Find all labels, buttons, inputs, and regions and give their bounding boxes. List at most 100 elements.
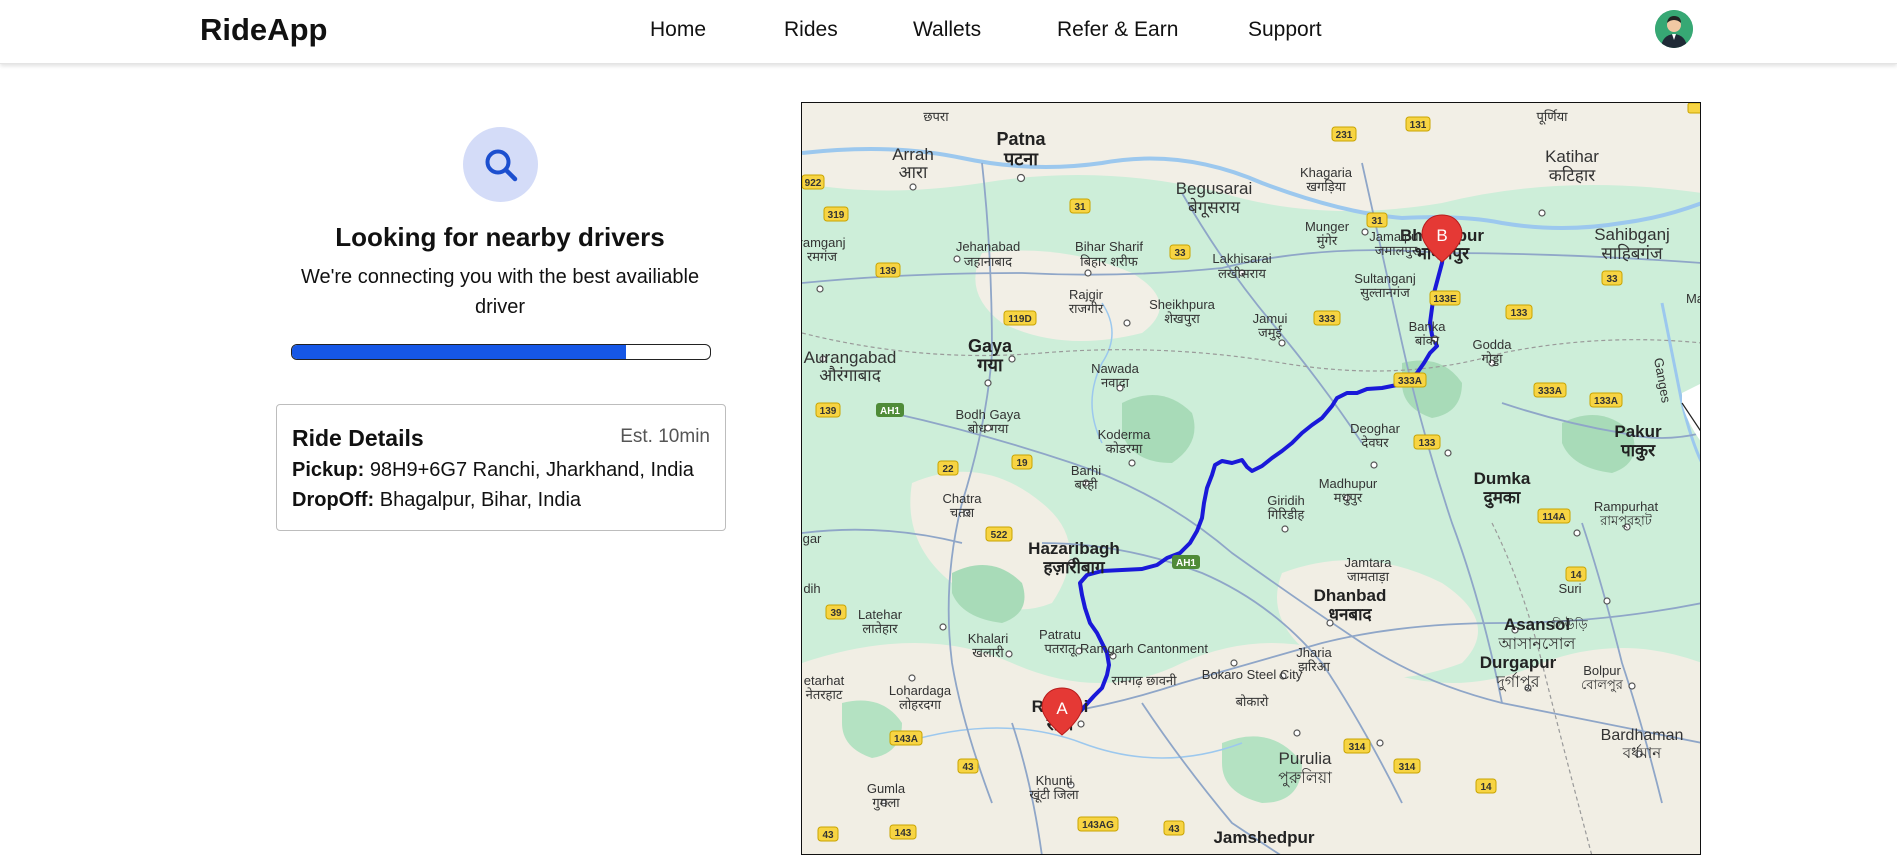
svg-text:Rampurhat: Rampurhat	[1594, 499, 1659, 514]
brand-logo[interactable]: RideApp	[200, 12, 327, 48]
svg-text:बिहार शरीफ: बिहार शरीफ	[1080, 254, 1139, 269]
search-progress-fill	[292, 345, 627, 359]
svg-text:31: 31	[1074, 202, 1086, 213]
svg-text:जमालपुर: जमालपुर	[1375, 243, 1418, 259]
svg-text:देवघर: देवघर	[1361, 435, 1389, 450]
ride-estimate: Est. 10min	[620, 426, 710, 447]
svg-text:गिरिडीह: गिरिडीह	[1268, 507, 1306, 522]
search-progress-bar	[291, 344, 711, 360]
svg-text:দুর্গাপুর: দুর্গাপুর	[1495, 672, 1540, 691]
svg-text:Jamtara: Jamtara	[1345, 555, 1393, 570]
svg-text:ramganj: ramganj	[802, 235, 846, 250]
svg-text:खूंटी जिला: खूंटी जिला	[1029, 787, 1079, 803]
svg-text:etarhat: etarhat	[804, 673, 845, 688]
svg-text:Purulia: Purulia	[1279, 749, 1332, 768]
nav-home[interactable]: Home	[650, 18, 784, 42]
nav-rides[interactable]: Rides	[784, 18, 913, 42]
svg-text:खगड़िया: खगड़िया	[1306, 179, 1346, 194]
svg-text:दुमका: दुमका	[1483, 488, 1521, 509]
svg-text:बोकारो: बोकारो	[1236, 694, 1269, 709]
svg-text:छपरा: छपरा	[923, 109, 949, 124]
svg-text:Jharia: Jharia	[1296, 645, 1332, 660]
user-avatar-icon	[1655, 10, 1693, 48]
svg-text:বর্ধমান: বর্ধমান	[1622, 744, 1662, 762]
search-icon	[485, 149, 517, 181]
svg-text:Dhanbad: Dhanbad	[1314, 586, 1387, 605]
svg-text:সিউড়ি: সিউড়ি	[1551, 617, 1588, 632]
svg-text:Jamui: Jamui	[1253, 311, 1288, 326]
svg-text:धनबाद: धनबाद	[1328, 605, 1372, 624]
svg-text:B: B	[1436, 226, 1447, 245]
nav-refer-earn[interactable]: Refer & Earn	[1057, 18, 1248, 42]
svg-text:गोड्डा: गोड्डा	[1481, 351, 1503, 367]
shield-143a: 143A	[889, 730, 923, 746]
ride-details-title: Ride Details	[292, 425, 424, 451]
svg-text:Munger: Munger	[1305, 219, 1350, 234]
svg-text:139: 139	[880, 266, 897, 277]
svg-text:333A: 333A	[1538, 386, 1562, 397]
svg-text:चतरा: चतरा	[950, 505, 975, 520]
svg-text:Bihar Sharif: Bihar Sharif	[1075, 239, 1143, 254]
map-canvas[interactable]: 231 131 922 319 31 31 33 139 119D 333 13…	[802, 103, 1701, 855]
search-status-badge	[463, 127, 538, 202]
svg-text:Godda: Godda	[1472, 337, 1512, 352]
nav-support[interactable]: Support	[1248, 18, 1322, 42]
shield-119d: 119D	[1003, 310, 1037, 326]
svg-text:हज़ारीबाग: हज़ारीबाग	[1042, 557, 1106, 577]
shield-39: 39	[825, 604, 847, 620]
svg-text:Khalari: Khalari	[968, 631, 1009, 646]
svg-text:Hazaribagh: Hazaribagh	[1028, 539, 1120, 558]
shield-27	[1687, 103, 1700, 114]
shield-43c: 43	[1163, 820, 1185, 836]
svg-text:19: 19	[1016, 458, 1028, 469]
svg-text:922: 922	[805, 178, 822, 189]
route-map[interactable]: 231 131 922 319 31 31 33 139 119D 333 13…	[801, 102, 1701, 855]
svg-text:14: 14	[1480, 782, 1492, 793]
svg-text:Banka: Banka	[1409, 319, 1447, 334]
svg-text:Jamalpur: Jamalpur	[1369, 229, 1423, 244]
svg-text:143: 143	[895, 828, 912, 839]
shield-22: 22	[937, 460, 959, 476]
svg-text:Gaya: Gaya	[968, 336, 1013, 356]
shield-133e: 133E	[1429, 290, 1461, 306]
svg-text:Begusarai: Begusarai	[1176, 179, 1253, 198]
svg-text:जामताड़ा: जामताड़ा	[1347, 569, 1390, 584]
svg-text:gar: gar	[803, 531, 822, 546]
shield-43b: 43	[817, 826, 839, 842]
svg-text:Deoghar: Deoghar	[1350, 421, 1401, 436]
shield-133b: 133	[1413, 434, 1441, 450]
svg-text:31: 31	[1371, 216, 1383, 227]
shield-522: 522	[985, 526, 1013, 542]
nav-wallets[interactable]: Wallets	[913, 18, 1057, 42]
avatar[interactable]	[1655, 10, 1693, 48]
svg-text:143AG: 143AG	[1082, 820, 1114, 831]
svg-text:Khagaria: Khagaria	[1300, 165, 1353, 180]
svg-text:मधुपुर: मधुपुर	[1334, 490, 1363, 506]
svg-text:शेखपुरा: शेखपुरा	[1164, 311, 1200, 327]
svg-text:Ramgarh Cantonment: Ramgarh Cantonment	[1080, 641, 1208, 656]
shield-19: 19	[1011, 454, 1033, 470]
shield-143: 143	[889, 824, 917, 840]
svg-text:রামপুরহাট: রামপুরহাট	[1599, 513, 1653, 529]
svg-text:औरंगाबाद: औरंगाबाद	[819, 365, 881, 385]
svg-text:Giridih: Giridih	[1267, 493, 1305, 508]
svg-text:लोहरदगा: लोहरदगा	[899, 697, 942, 712]
svg-text:33: 33	[1174, 248, 1186, 259]
svg-text:रमगंज: रमगंज	[807, 249, 837, 264]
svg-text:बरही: बरही	[1074, 477, 1098, 492]
svg-text:लातेहार: लातेहार	[862, 621, 898, 636]
svg-text:Pakur: Pakur	[1614, 422, 1662, 441]
svg-text:Jehanabad: Jehanabad	[956, 239, 1020, 254]
svg-text:मुंगेर: मुंगेर	[1317, 233, 1338, 249]
svg-text:314: 314	[1349, 742, 1366, 753]
shield-43a: 43	[957, 758, 979, 774]
dropoff-row: DropOff: Bhagalpur, Bihar, India	[292, 489, 581, 512]
shield-ah1-a: AH1	[876, 403, 904, 417]
shield-319: 319	[823, 206, 849, 222]
svg-text:Bolpur: Bolpur	[1583, 663, 1621, 678]
svg-text:गया: गया	[976, 355, 1004, 375]
svg-text:114A: 114A	[1542, 512, 1565, 523]
svg-text:बेगूसराय: बेगूसराय	[1188, 197, 1241, 218]
svg-text:143A: 143A	[894, 734, 918, 745]
svg-text:পুরুলিয়া: পুরুলিয়া	[1278, 768, 1332, 787]
